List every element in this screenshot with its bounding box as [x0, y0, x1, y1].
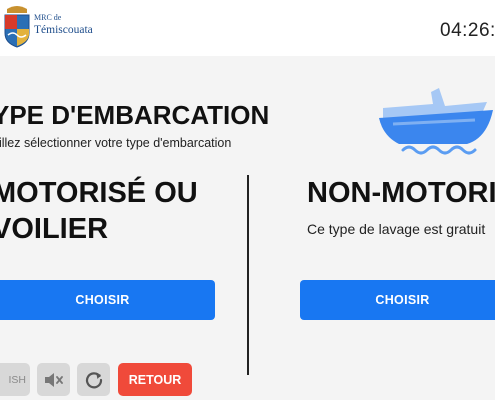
logo-line-2: Témiscouata [34, 24, 93, 36]
coat-of-arms-icon [4, 6, 30, 48]
option-non-motorized-description: Ce type de lavage est gratuit [307, 221, 486, 237]
logo-line-1: MRC de [34, 13, 62, 22]
option-motorized-title: MOTORISÉ OU VOILIER [0, 177, 198, 245]
choose-non-motorized-button[interactable]: CHOISIR [300, 280, 495, 320]
page-title: YPE D'EMBARCATION [0, 100, 270, 130]
back-button[interactable]: RETOUR [118, 363, 192, 396]
refresh-button[interactable] [77, 363, 110, 396]
mrc-logo: MRC de Témiscouata [2, 5, 102, 51]
mute-button[interactable] [37, 363, 70, 396]
mute-icon [44, 372, 63, 387]
choose-motorized-button[interactable]: CHOISIR [0, 280, 215, 320]
logo-text: MRC de Témiscouata [34, 12, 93, 36]
refresh-icon [85, 371, 102, 388]
option-non-motorized-title: NON-MOTORI [307, 177, 495, 209]
clock: 04:26: [440, 20, 495, 41]
language-button[interactable]: ISH [0, 363, 30, 396]
header-bar: MRC de Témiscouata 04:26: [0, 0, 495, 56]
boat-icon [379, 88, 493, 155]
options-divider [247, 175, 249, 375]
page-subtitle: uillez sélectionner votre type d'embarca… [0, 136, 232, 150]
